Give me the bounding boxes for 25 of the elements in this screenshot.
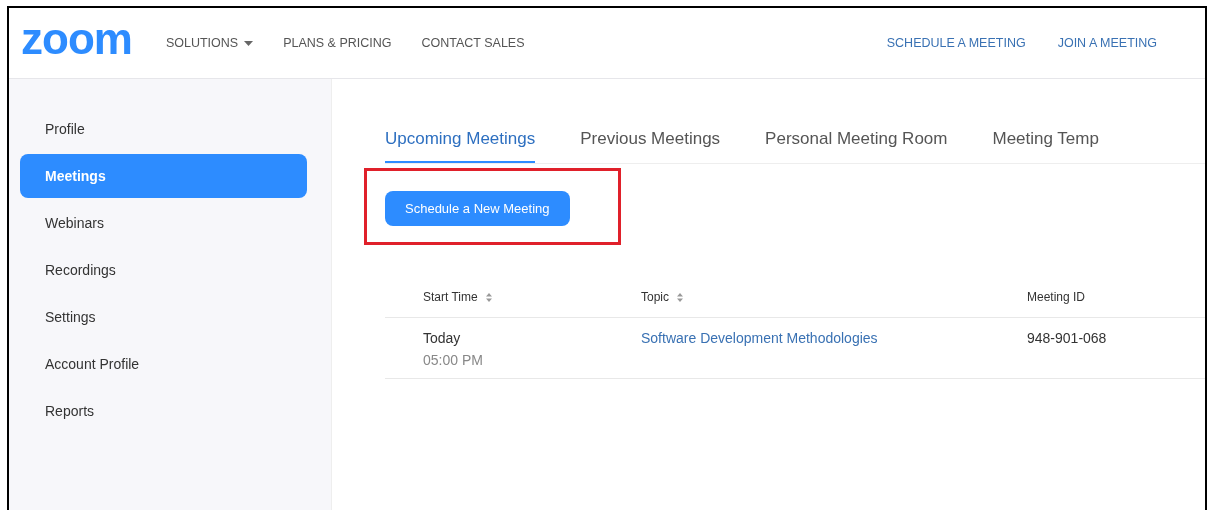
tab[interactable]: Upcoming Meetings	[385, 129, 536, 163]
meeting-topic-link[interactable]: Software Development Methodologies	[641, 330, 878, 346]
table-cell-text: 05:00 PM	[423, 352, 484, 368]
nav-link[interactable]: CONTACT SALES	[421, 36, 525, 50]
sidebar-item[interactable]: Recordings	[20, 248, 307, 292]
column-header[interactable]: Start Time	[423, 290, 478, 304]
sidebar-item[interactable]: Settings	[20, 295, 307, 339]
tab[interactable]: Personal Meeting Room	[765, 129, 948, 163]
table-cell-text: Today	[423, 330, 462, 346]
nav-link[interactable]: PLANS & PRICING	[283, 36, 392, 50]
nav-link[interactable]: SOLUTIONS	[165, 36, 254, 50]
sidebar-item[interactable]: Profile	[20, 107, 307, 151]
sidebar-item[interactable]: Account Profile	[20, 342, 307, 386]
header-link[interactable]: SCHEDULE A MEETING	[886, 36, 1026, 50]
sort-icon[interactable]	[485, 292, 492, 302]
column-header[interactable]: Meeting ID	[1027, 290, 1086, 304]
column-header[interactable]: Topic	[641, 290, 669, 304]
sidebar-item[interactable]: Reports	[20, 389, 307, 433]
sidebar-item[interactable]: Webinars	[20, 201, 307, 245]
tab[interactable]: Meeting Temp	[992, 129, 1099, 163]
header-link[interactable]: JOIN A MEETING	[1057, 36, 1157, 50]
tab[interactable]: Previous Meetings	[580, 129, 721, 163]
sort-icon[interactable]	[677, 292, 683, 302]
table-cell: 948-901-068	[1027, 330, 1107, 346]
caret-icon	[244, 40, 254, 46]
